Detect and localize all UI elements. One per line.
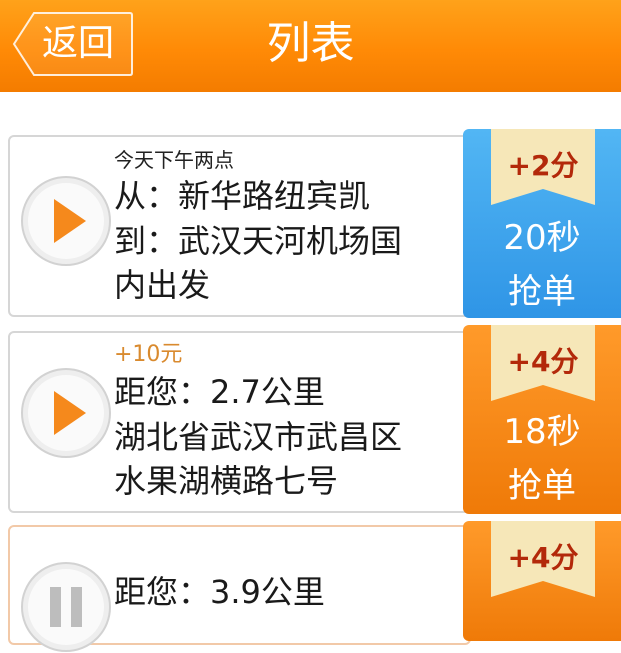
play-icon[interactable] [20,175,112,267]
points-ribbon: +4分 [491,521,595,597]
countdown-label: 20秒 [503,218,581,258]
order-card[interactable]: 今天下午两点 从：新华路纽宾凯 到：武汉天河机场国 内出发 [8,135,471,317]
points-ribbon: +2分 [491,129,595,205]
order-to-line2: 内出发 [114,266,211,304]
header-bar: 返回 列表 [0,0,621,92]
order-distance: 距您：3.9公里 [114,573,325,611]
points-ribbon: +4分 [491,325,595,401]
order-details: 今天下午两点 从：新华路纽宾凯 到：武汉天河机场国 内出发 [114,147,464,307]
order-to-line1: 到：武汉天河机场国 [114,222,403,260]
points-label: +4分 [507,345,579,378]
pause-icon[interactable] [20,561,112,653]
grab-order-label: 抢单 [508,466,576,506]
order-details: 距您：3.9公里 [114,569,464,615]
order-card[interactable]: 距您：3.9公里 [8,525,471,652]
page-title: 列表 [266,18,355,69]
grab-order-button[interactable]: +2分 20秒 抢单 [463,129,621,318]
order-address-line2: 水果湖横路七号 [114,462,339,500]
order-address-line1: 湖北省武汉市武昌区 [114,418,403,456]
points-label: +4分 [507,541,579,574]
grab-order-label: 抢单 [508,272,576,312]
order-time: 今天下午两点 [114,148,234,172]
points-label: +2分 [507,149,579,182]
order-from: 从：新华路纽宾凯 [114,177,371,215]
grab-order-button[interactable]: +4分 [463,521,621,641]
order-card[interactable]: +10元 距您：2.7公里 湖北省武汉市武昌区 水果湖横路七号 [8,331,471,513]
countdown-label: 18秒 [503,412,581,452]
play-icon[interactable] [20,367,112,459]
bonus-label: +10元 [114,342,183,367]
order-details: +10元 距您：2.7公里 湖北省武汉市武昌区 水果湖横路七号 [114,341,464,503]
order-distance: 距您：2.7公里 [114,373,325,411]
grab-order-button[interactable]: +4分 18秒 抢单 [463,325,621,514]
